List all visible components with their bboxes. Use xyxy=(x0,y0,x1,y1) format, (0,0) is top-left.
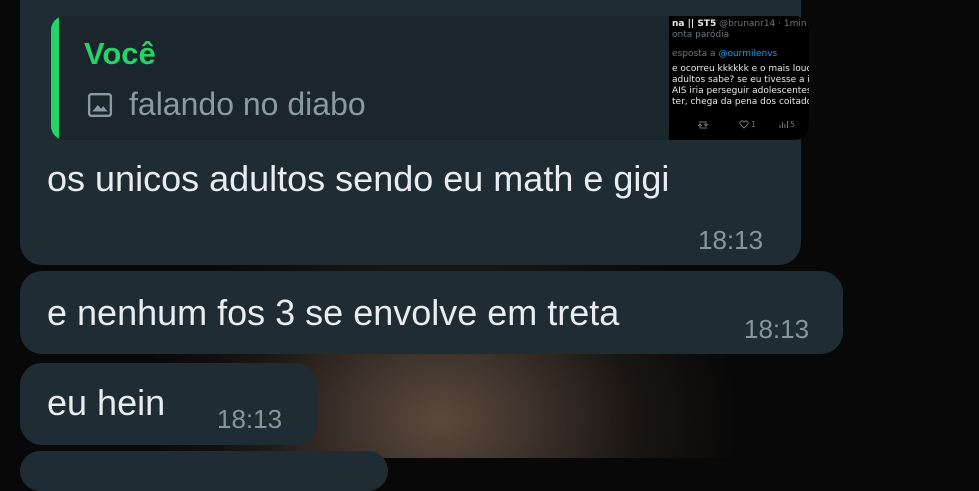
message-bubble[interactable]: eu hein 18:13 xyxy=(20,363,317,445)
quote-thumbnail[interactable]: na || ST5 @brunanr14 · 1min onta paródia… xyxy=(669,16,809,140)
quote-author: Você xyxy=(84,36,156,71)
message-text: e nenhum fos 3 se envolve em treta xyxy=(47,292,620,333)
views-icon xyxy=(779,121,788,128)
tweet-header: na || ST5 @brunanr14 · 1min xyxy=(672,19,807,30)
message-time: 18:13 xyxy=(744,314,810,344)
tweet-handle: @brunanr14 · 1min xyxy=(719,19,807,29)
message-time: 18:13 xyxy=(217,404,283,434)
tweet-body-line: AIS iria perseguir adolescentes xyxy=(672,86,809,96)
tweet-like-count: 1 xyxy=(751,120,757,129)
image-icon xyxy=(87,92,113,118)
quoted-reply[interactable]: Você falando no diabo na || ST5 @brunanr… xyxy=(51,16,809,140)
quote-text: falando no diabo xyxy=(129,86,366,122)
tweet-body-line: adultos sabe? se eu tivesse a id xyxy=(672,75,809,85)
message-time: 18:13 xyxy=(698,225,764,255)
message-bubble[interactable] xyxy=(20,451,388,491)
tweet-view-count: 5 xyxy=(790,120,796,129)
message-bubble[interactable]: e nenhum fos 3 se envolve em treta 18:13 xyxy=(20,271,843,354)
tweet-author-name: na || ST5 xyxy=(672,19,717,29)
message-bubble[interactable]: Você falando no diabo na || ST5 @brunanr… xyxy=(20,0,809,265)
heart-icon xyxy=(739,120,749,129)
message-text: os unicos adultos sendo eu math e gigi xyxy=(47,158,670,199)
tweet-tag: onta paródia xyxy=(672,30,730,40)
tweet-body-line: ter, chega da pena dos coitado xyxy=(672,97,809,107)
tweet-reply-line: esposta a @ourmilenvs xyxy=(672,49,777,60)
message-text: eu hein xyxy=(47,382,166,423)
tweet-body-line: e ocorreu kkkkkk e o mais louc xyxy=(672,64,809,74)
tweet-reply-handle: @ourmilenvs xyxy=(718,49,778,59)
tweet-reply-label: esposta a xyxy=(672,49,716,59)
retweet-icon xyxy=(697,121,709,129)
quote-accent-bar xyxy=(51,16,59,140)
